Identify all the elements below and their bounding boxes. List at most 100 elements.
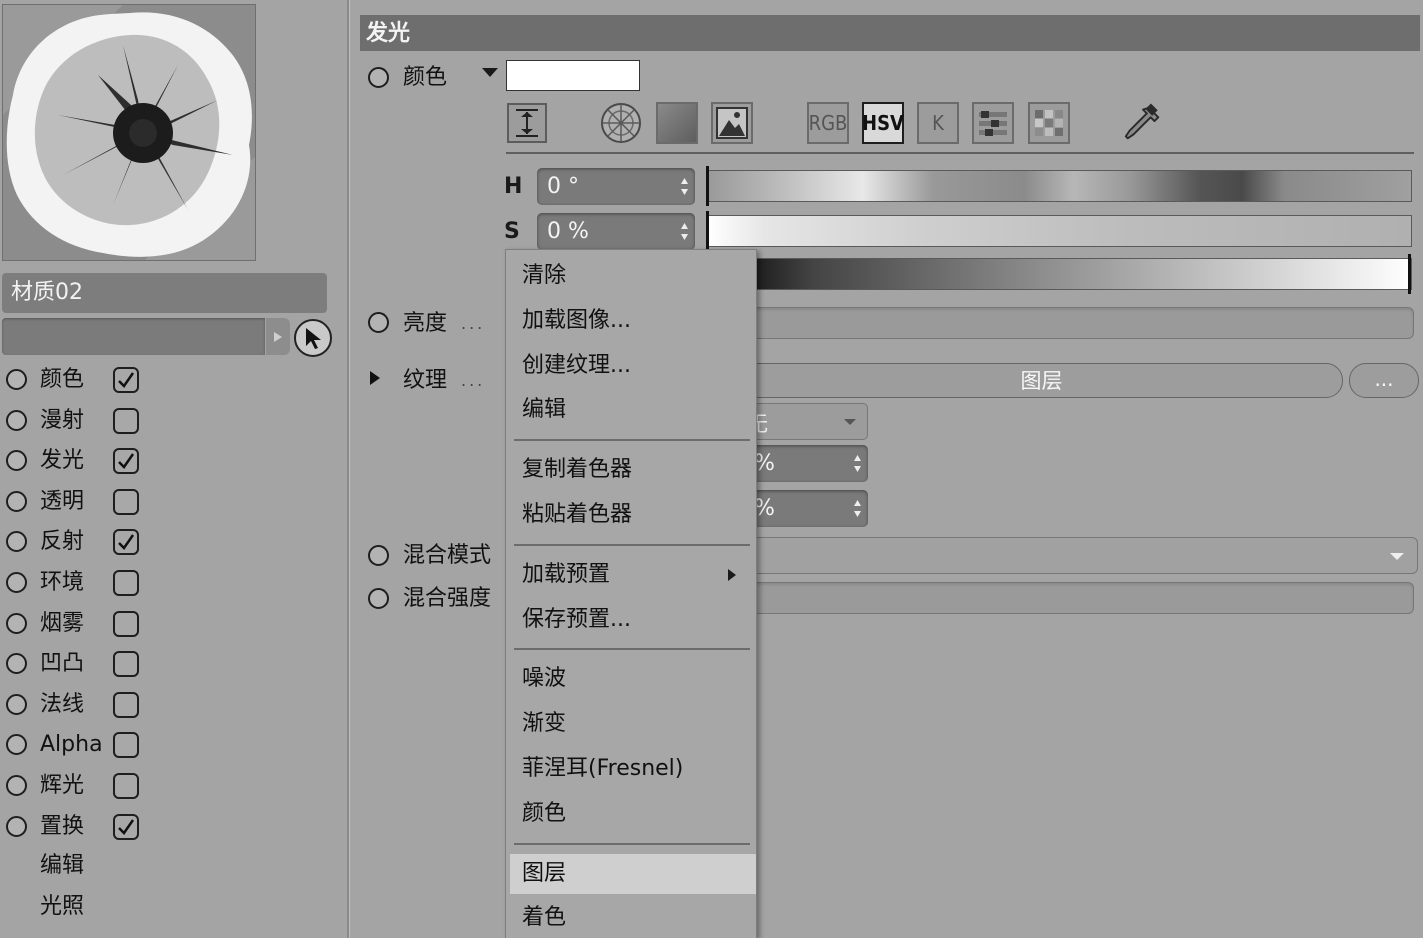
blend-strength-animate-radio[interactable]: [368, 588, 389, 609]
expand-triangle-icon[interactable]: [369, 370, 381, 386]
rgb-mode-button[interactable]: RGB: [807, 102, 849, 144]
channel-row[interactable]: 辉光: [0, 766, 345, 806]
menu-item[interactable]: 噪波: [506, 659, 756, 699]
channel-row[interactable]: 置换: [0, 807, 345, 847]
sidebar-item-illumination[interactable]: 光照: [0, 887, 345, 927]
color-label: 颜色: [403, 65, 448, 90]
menu-item[interactable]: 渐变: [506, 704, 756, 744]
channel-checkbox[interactable]: [113, 610, 139, 637]
image-picker-tool-button[interactable]: [711, 102, 753, 144]
channel-checkbox[interactable]: [113, 488, 139, 515]
saturation-slider[interactable]: [707, 215, 1412, 247]
saturation-slider-handle[interactable]: [706, 211, 709, 251]
animate-radio[interactable]: [6, 369, 27, 390]
blur-scale-input[interactable]: %: [740, 490, 868, 527]
channel-row[interactable]: 法线: [0, 685, 345, 725]
texture-layer-button[interactable]: 图层: [740, 363, 1343, 398]
menu-item[interactable]: 复制着色器: [506, 450, 756, 490]
brightness-slider[interactable]: [740, 307, 1414, 339]
kelvin-mode-button[interactable]: K: [917, 102, 959, 144]
pick-object-button[interactable]: [294, 319, 332, 357]
animate-radio[interactable]: [6, 734, 27, 756]
swatches-mode-button[interactable]: [1028, 102, 1070, 144]
menu-item[interactable]: 颜色: [506, 794, 756, 834]
spinner-arrows-icon[interactable]: [853, 454, 862, 473]
value-slider-handle[interactable]: [1408, 254, 1411, 294]
blur-offset-input[interactable]: %: [740, 445, 868, 482]
blend-mode-animate-radio[interactable]: [368, 545, 389, 566]
spinner-arrows-icon[interactable]: [680, 222, 689, 241]
hue-input[interactable]: 0 °: [537, 168, 695, 205]
menu-item[interactable]: 加载预置: [506, 555, 756, 595]
color-animate-radio[interactable]: [368, 67, 389, 88]
animate-radio[interactable]: [6, 531, 27, 553]
channel-row[interactable]: 发光: [0, 441, 345, 481]
channel-checkbox[interactable]: [113, 570, 139, 596]
expand-arrow-icon[interactable]: [266, 318, 290, 355]
menu-item[interactable]: 加载图像...: [506, 301, 756, 341]
animate-radio[interactable]: [6, 450, 27, 472]
eyedropper-button[interactable]: [1122, 102, 1164, 144]
channel-checkbox[interactable]: [113, 773, 139, 799]
brightness-animate-radio[interactable]: [368, 312, 389, 333]
texture-more-button[interactable]: ...: [1349, 363, 1419, 398]
color-wheel-tool-button[interactable]: [600, 102, 642, 144]
animate-radio[interactable]: [6, 775, 27, 796]
menu-item[interactable]: 图层: [510, 853, 756, 894]
animate-radio[interactable]: [6, 490, 27, 512]
color-dropdown-arrow-icon[interactable]: [482, 68, 498, 77]
animate-radio[interactable]: [6, 409, 27, 431]
animate-radio[interactable]: [6, 653, 27, 675]
channel-checkbox[interactable]: [113, 448, 139, 475]
channel-checkbox[interactable]: [113, 407, 139, 434]
color-swatch[interactable]: [506, 60, 640, 91]
gradient-square-tool-button[interactable]: [656, 102, 698, 144]
menu-item[interactable]: 菲涅耳(Fresnel): [506, 749, 756, 789]
menu-item[interactable]: 保存预置...: [506, 600, 756, 640]
menu-item[interactable]: 清除: [506, 256, 756, 296]
channel-row[interactable]: 环境: [0, 563, 345, 603]
sliders-mode-button[interactable]: [972, 102, 1014, 144]
panel-divider[interactable]: [347, 0, 350, 938]
channel-row[interactable]: 透明: [0, 482, 345, 522]
blend-strength-slider[interactable]: [740, 582, 1414, 614]
material-link-field[interactable]: [2, 318, 265, 355]
hsv-mode-button[interactable]: HSV: [862, 102, 904, 144]
animate-radio[interactable]: [6, 815, 27, 837]
sampling-dropdown[interactable]: 无: [740, 403, 868, 440]
spinner-arrows-icon[interactable]: [853, 499, 862, 518]
animate-radio[interactable]: [6, 572, 27, 593]
hue-slider[interactable]: [707, 170, 1412, 202]
value-slider[interactable]: [707, 258, 1412, 290]
blend-mode-dropdown[interactable]: [740, 537, 1418, 574]
spinner-arrows-icon[interactable]: [680, 177, 689, 196]
channel-checkbox[interactable]: [113, 691, 139, 718]
menu-item[interactable]: 粘贴着色器: [506, 495, 756, 535]
menu-separator: [514, 842, 750, 845]
channel-checkbox[interactable]: [113, 529, 139, 556]
menu-item[interactable]: 创建纹理...: [506, 346, 756, 386]
material-name-field[interactable]: 材质02: [2, 273, 327, 313]
channel-checkbox[interactable]: [113, 813, 139, 840]
flower-texture-preview: [3, 5, 255, 260]
spectrum-tool-button[interactable]: [506, 102, 548, 144]
menu-item-label: 颜色: [522, 800, 567, 826]
material-preview[interactable]: [2, 4, 256, 261]
channel-row[interactable]: 反射: [0, 522, 345, 562]
menu-item[interactable]: 着色: [506, 898, 756, 938]
sidebar-item-edit[interactable]: 编辑: [0, 846, 345, 886]
channel-row[interactable]: Alpha: [0, 725, 345, 765]
channel-row[interactable]: 烟雾: [0, 604, 345, 644]
menu-item[interactable]: 编辑: [506, 390, 756, 430]
animate-radio[interactable]: [6, 612, 27, 634]
channel-row[interactable]: 颜色: [0, 360, 345, 400]
sidebar-item-label: 光照: [40, 894, 85, 919]
animate-radio[interactable]: [6, 693, 27, 715]
channel-checkbox[interactable]: [113, 367, 139, 393]
channel-row[interactable]: 漫射: [0, 401, 345, 441]
channel-checkbox[interactable]: [113, 651, 139, 678]
saturation-input[interactable]: 0 %: [537, 213, 695, 250]
channel-row[interactable]: 凹凸: [0, 644, 345, 684]
hue-slider-handle[interactable]: [706, 166, 709, 206]
channel-checkbox[interactable]: [113, 732, 139, 759]
